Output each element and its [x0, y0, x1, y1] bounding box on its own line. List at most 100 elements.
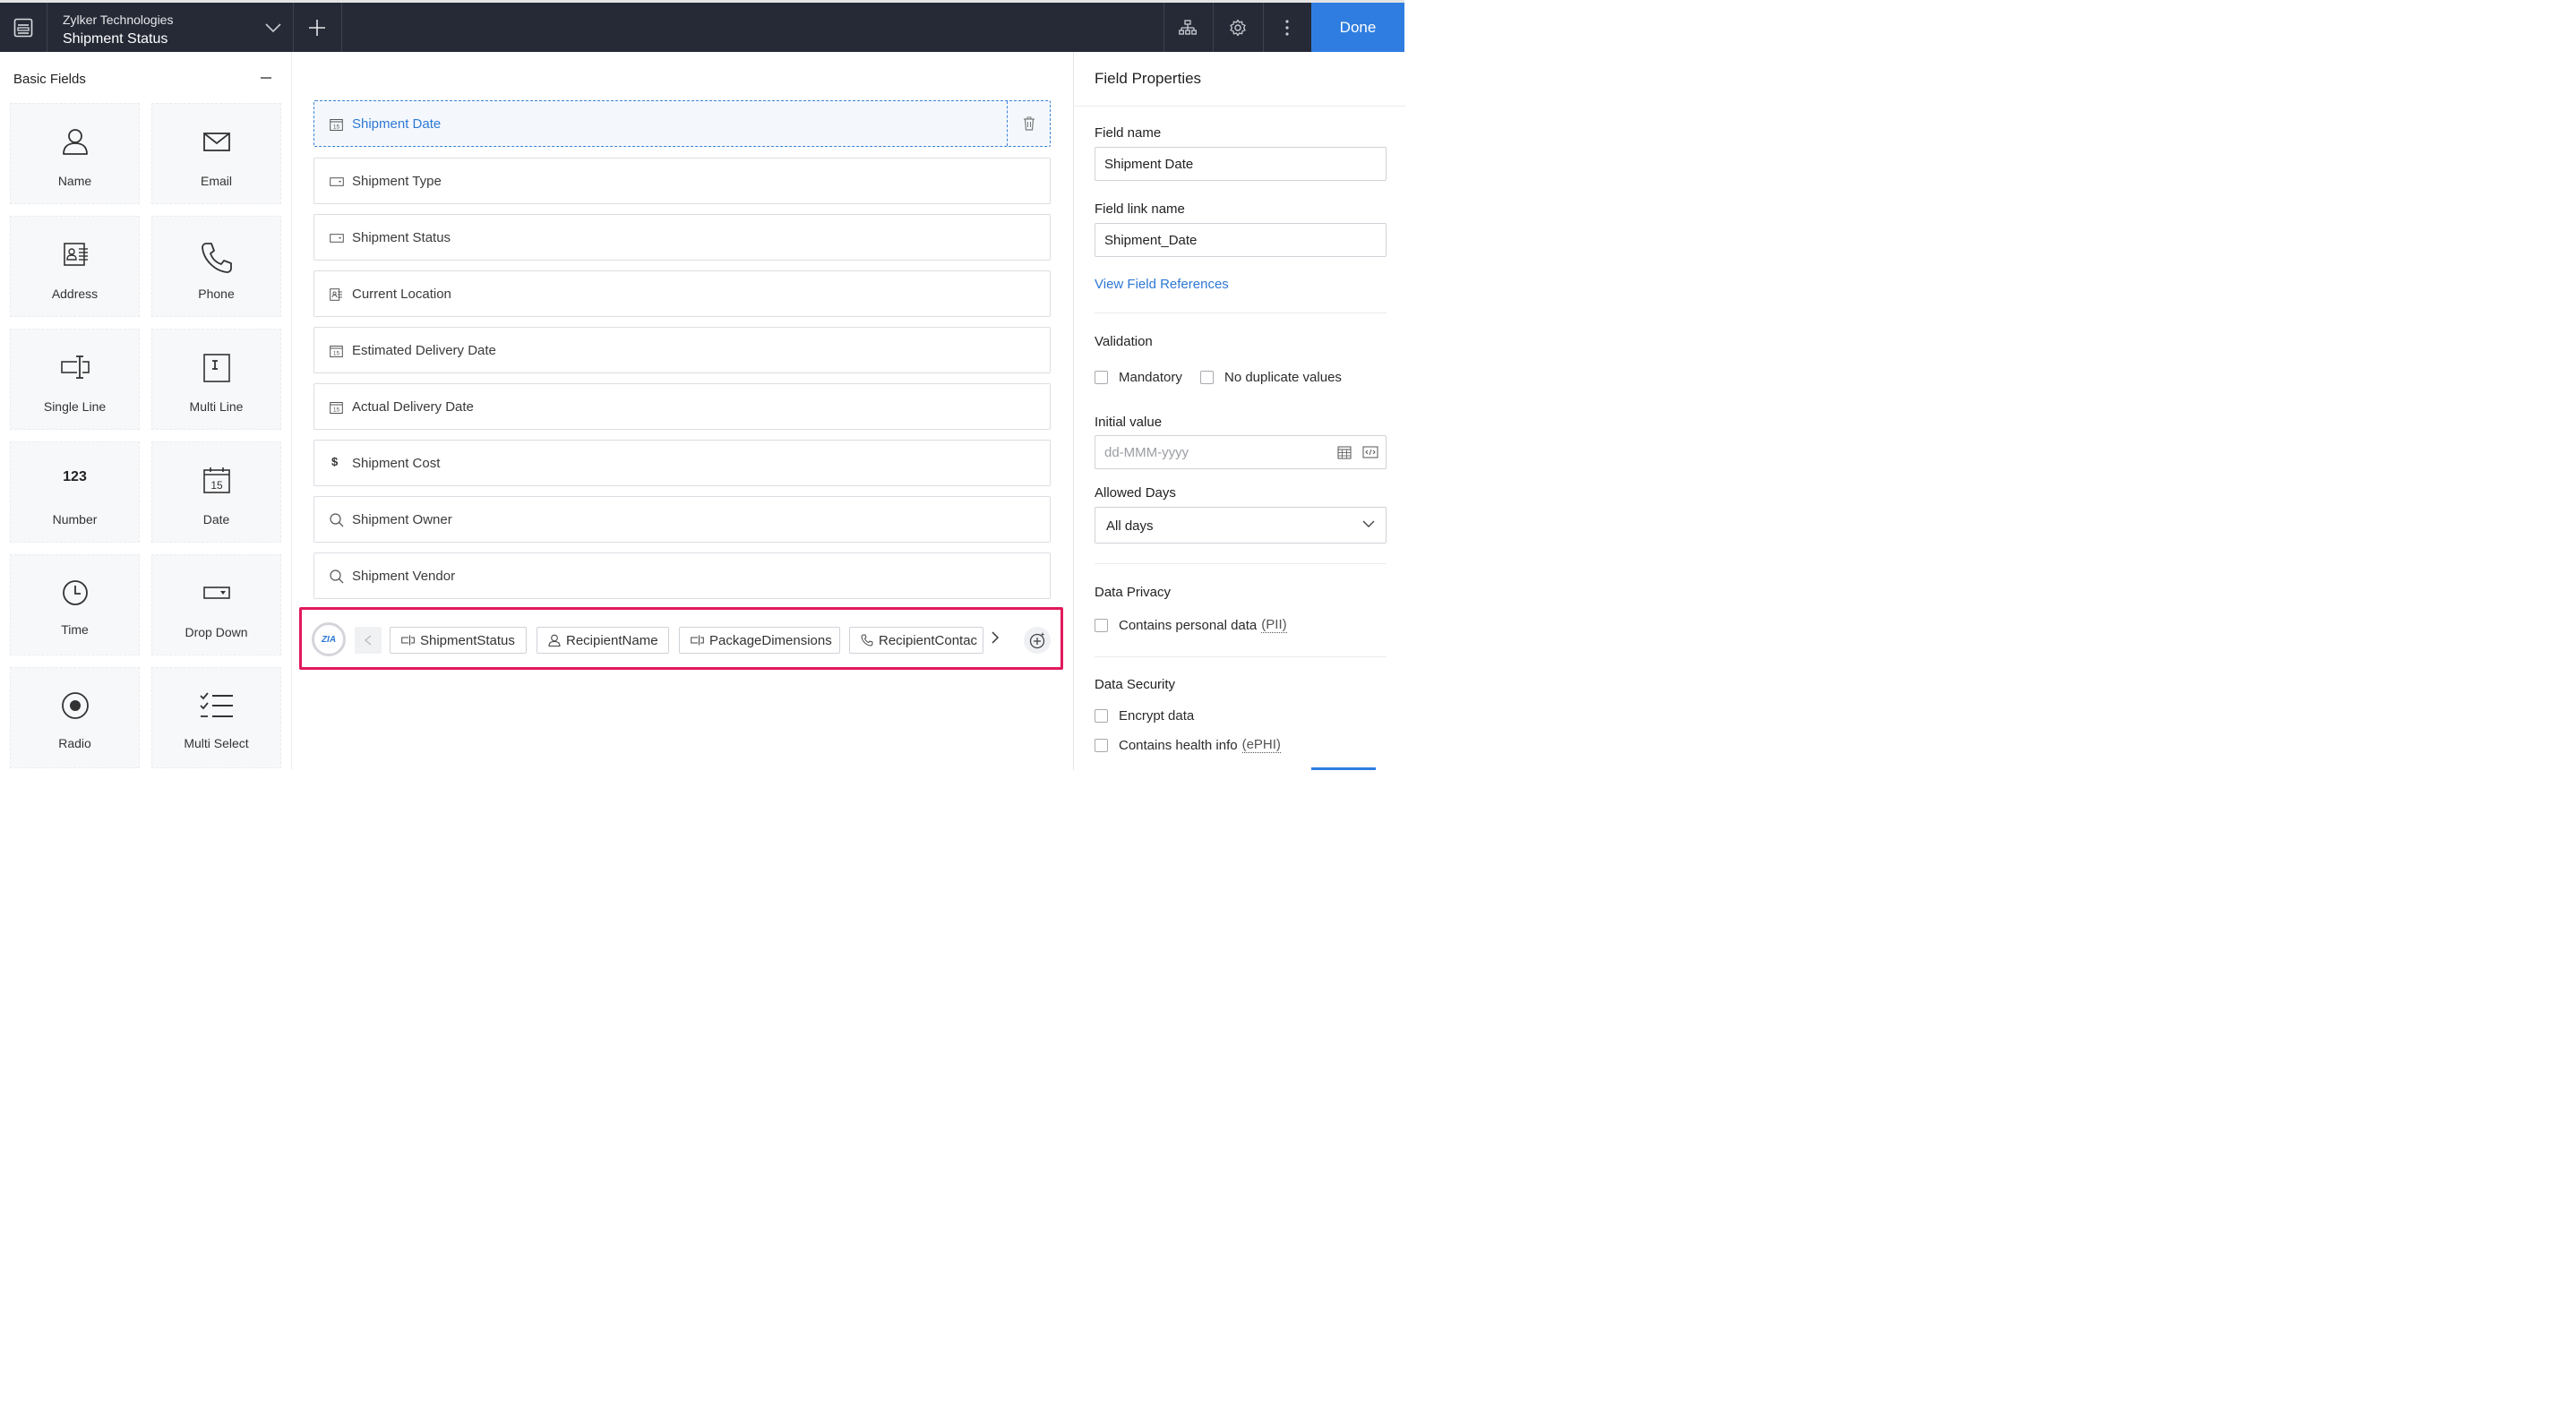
- checkbox[interactable]: [1095, 371, 1108, 384]
- form-field-row[interactable]: Shipment Type: [313, 158, 1051, 204]
- suggestion-chip-label: RecipientContac: [879, 632, 978, 648]
- field-tile-drop-down[interactable]: Drop Down: [151, 554, 281, 655]
- field-tile-label: Phone: [198, 287, 235, 301]
- hierarchy-icon[interactable]: [1164, 3, 1211, 52]
- suggestion-chip[interactable]: RecipientName: [537, 627, 669, 654]
- form-field-row[interactable]: Shipment Owner: [313, 496, 1051, 543]
- divider: [1095, 656, 1387, 657]
- no-duplicate-checkbox[interactable]: No duplicate values: [1200, 370, 1342, 385]
- envelope-icon: [152, 127, 280, 156]
- form-field-row[interactable]: 15 Actual Delivery Date: [313, 383, 1051, 430]
- suggestion-chip[interactable]: PackageDimensions: [679, 627, 840, 654]
- single-line-icon: [401, 635, 415, 646]
- form-canvas: 15 Shipment Date Shipment Type Shipment …: [293, 52, 1072, 770]
- collapse-icon[interactable]: [261, 77, 271, 79]
- field-tile-email[interactable]: Email: [151, 103, 281, 204]
- field-tile-multi-line[interactable]: Multi Line: [151, 329, 281, 430]
- field-tile-address[interactable]: Address: [10, 216, 140, 317]
- divider: [1074, 106, 1405, 107]
- panel-title: Field Properties: [1095, 70, 1202, 87]
- allowed-days-select[interactable]: All days: [1095, 507, 1387, 544]
- plus-icon[interactable]: [294, 3, 340, 52]
- field-tile-label: Date: [202, 512, 230, 527]
- zia-badge-text: ZIA: [321, 634, 337, 645]
- form-field-label: Shipment Cost: [352, 456, 441, 471]
- field-name-input[interactable]: Shipment Date: [1095, 147, 1387, 181]
- calendar-icon[interactable]: [1337, 445, 1352, 459]
- initial-value-input[interactable]: dd-MMM-yyyy: [1095, 435, 1387, 469]
- add-suggestion-icon[interactable]: [1024, 627, 1051, 654]
- personal-data-checkbox[interactable]: Contains personal data (PII): [1095, 617, 1287, 633]
- dropdown-icon: [152, 578, 280, 607]
- allowed-days-label: Allowed Days: [1095, 485, 1176, 501]
- health-info-checkbox[interactable]: Contains health info (ePHI): [1095, 737, 1281, 753]
- checkbox[interactable]: [1095, 618, 1108, 632]
- form-field-row[interactable]: 15 Estimated Delivery Date: [313, 327, 1051, 373]
- view-field-references-link[interactable]: View Field References: [1095, 277, 1229, 292]
- field-tile-multi-select[interactable]: Multi Select: [151, 667, 281, 768]
- suggestion-chip[interactable]: RecipientContac: [849, 627, 983, 654]
- dropdown-icon: [330, 234, 344, 243]
- dollar-icon: $: [331, 455, 339, 468]
- checkbox[interactable]: [1095, 738, 1108, 752]
- field-tile-number[interactable]: 123 Number: [10, 441, 140, 543]
- svg-text:15: 15: [333, 351, 340, 357]
- form-field-label: Shipment Type: [352, 174, 442, 189]
- field-tile-phone[interactable]: Phone: [151, 216, 281, 317]
- search-icon: [330, 569, 344, 584]
- chevron-down-icon: [1362, 520, 1375, 527]
- more-options-icon[interactable]: [1265, 3, 1309, 52]
- encrypt-data-checkbox[interactable]: Encrypt data: [1095, 708, 1194, 724]
- form-field-label: Actual Delivery Date: [352, 399, 474, 415]
- form-field-row[interactable]: 15 Shipment Date: [313, 100, 1051, 147]
- chevron-down-icon[interactable]: [260, 3, 287, 52]
- checkbox[interactable]: [1095, 709, 1108, 723]
- form-field-row[interactable]: Current Location: [313, 270, 1051, 317]
- data-privacy-title: Data Privacy: [1095, 585, 1172, 600]
- field-properties-panel: Field Properties Field name Shipment Dat…: [1073, 52, 1405, 770]
- chevron-right-icon[interactable]: [992, 631, 999, 644]
- field-tile-label: Address: [51, 287, 99, 301]
- done-button[interactable]: Done: [1311, 3, 1404, 52]
- pii-abbreviation[interactable]: (PII): [1261, 617, 1287, 633]
- form-field-row[interactable]: Shipment Status: [313, 214, 1051, 261]
- field-tile-date[interactable]: 15 Date: [151, 441, 281, 543]
- code-icon[interactable]: [1362, 445, 1378, 459]
- checkbox-label: Mandatory: [1119, 370, 1182, 385]
- initial-value-label: Initial value: [1095, 415, 1163, 430]
- svg-text:15: 15: [210, 479, 223, 492]
- form-name[interactable]: Shipment Status: [63, 31, 167, 47]
- form-field-row[interactable]: Shipment Vendor: [313, 552, 1051, 599]
- field-tile-label: Number: [52, 512, 98, 527]
- checkbox-label: No duplicate values: [1224, 370, 1342, 385]
- checkbox-label: Contains health info: [1119, 737, 1238, 753]
- field-tile-time[interactable]: Time: [10, 554, 140, 655]
- divider: [1263, 3, 1264, 52]
- radio-icon: [11, 691, 139, 720]
- trash-icon[interactable]: [1007, 101, 1050, 146]
- field-tile-radio[interactable]: Radio: [10, 667, 140, 768]
- gear-icon[interactable]: [1215, 3, 1261, 52]
- field-link-name-input[interactable]: Shipment_Date: [1095, 223, 1387, 257]
- checkbox[interactable]: [1200, 371, 1214, 384]
- validation-title: Validation: [1095, 334, 1153, 349]
- calendar-icon: 15: [330, 118, 343, 131]
- app-name: Zylker Technologies: [63, 13, 174, 27]
- form-field-label: Shipment Vendor: [352, 569, 456, 584]
- zia-icon[interactable]: ZIA: [312, 622, 346, 656]
- form-list-icon[interactable]: [0, 3, 47, 52]
- allowed-days-value: All days: [1106, 518, 1154, 534]
- field-tile-single-line[interactable]: Single Line: [10, 329, 140, 430]
- ephi-abbreviation[interactable]: (ePHI): [1241, 737, 1281, 753]
- field-tile-name[interactable]: Name: [10, 103, 140, 204]
- field-tile-label: Radio: [58, 736, 91, 750]
- calendar-icon: 15: [152, 466, 280, 494]
- calendar-icon: 15: [330, 345, 343, 357]
- checkbox-label: Contains personal data: [1119, 617, 1258, 633]
- form-field-row[interactable]: $ Shipment Cost: [313, 440, 1051, 486]
- field-tile-label: Drop Down: [185, 625, 248, 639]
- single-line-icon: [691, 635, 704, 646]
- suggestion-chip[interactable]: ShipmentStatus: [390, 627, 527, 654]
- mandatory-checkbox[interactable]: Mandatory: [1095, 370, 1182, 385]
- chevron-left-icon[interactable]: [355, 627, 382, 654]
